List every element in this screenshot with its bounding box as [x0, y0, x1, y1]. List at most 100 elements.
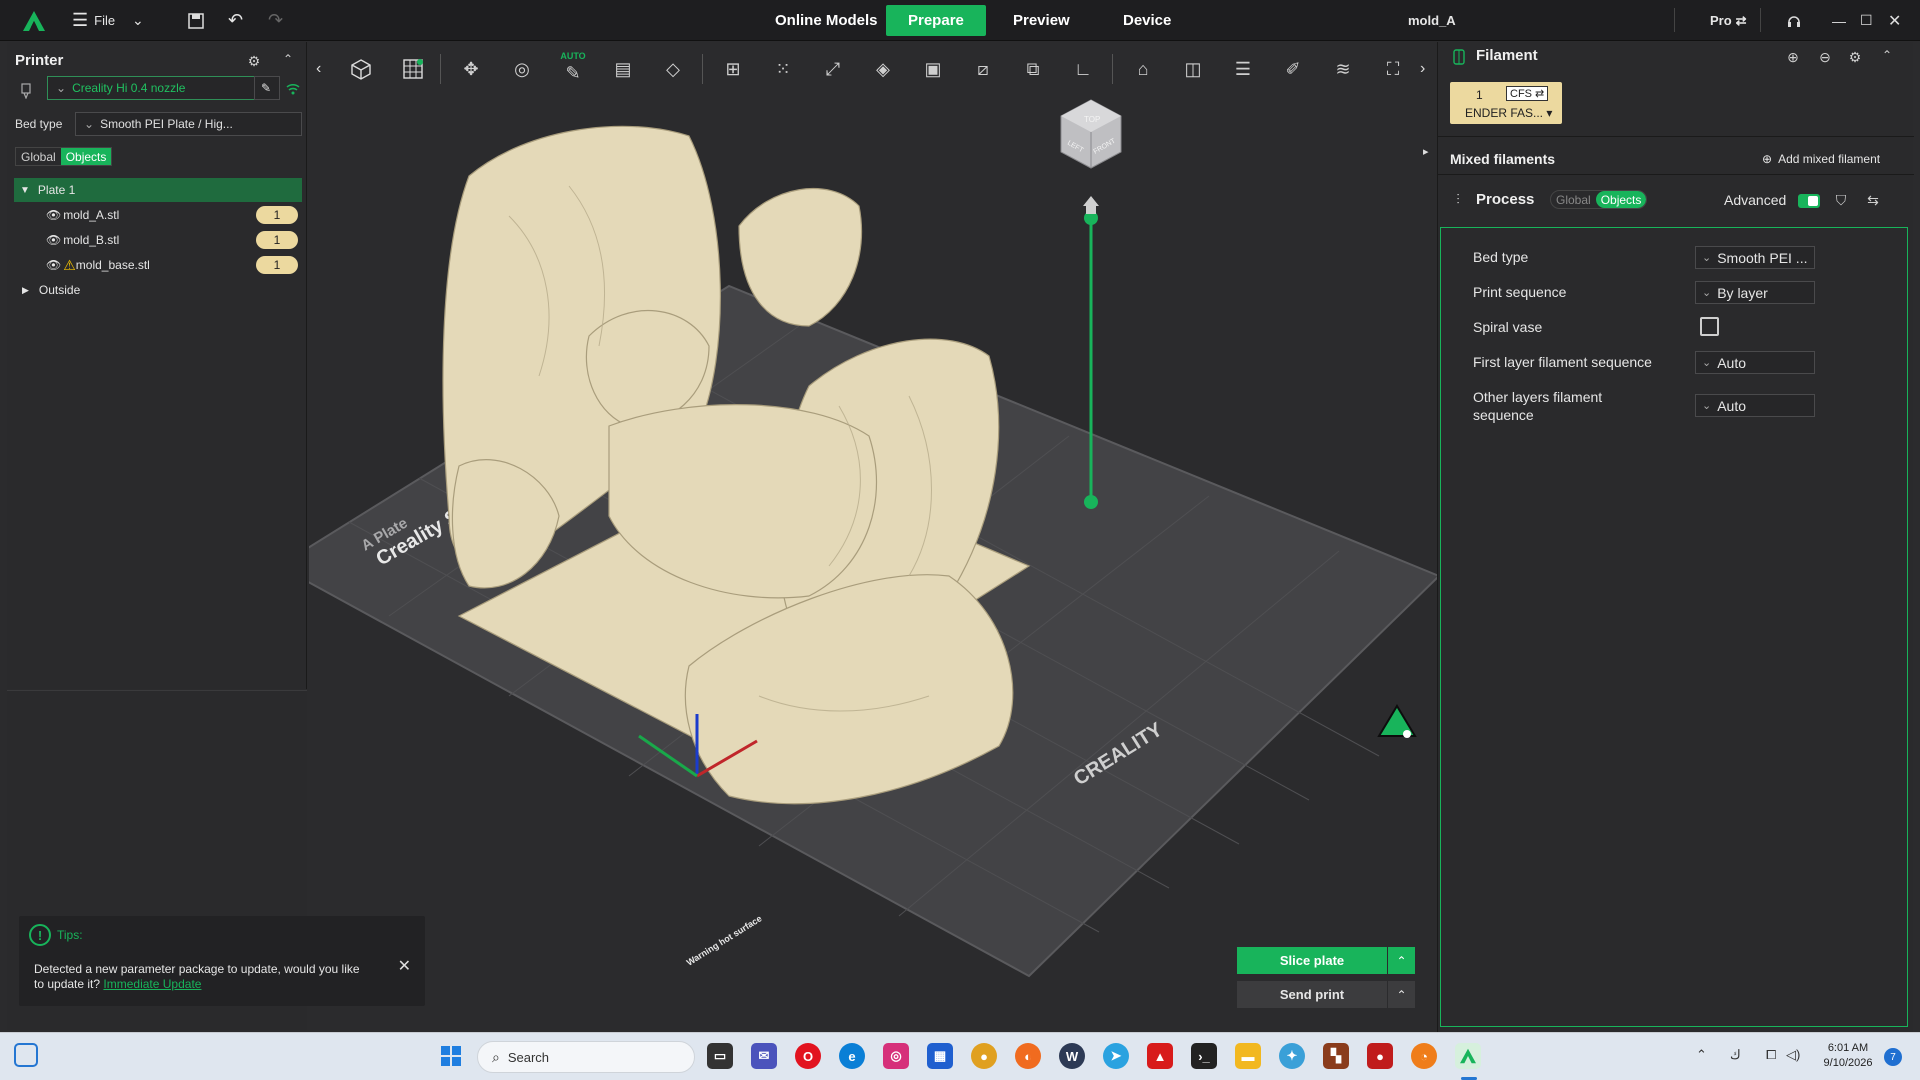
- 3d-viewport[interactable]: A Plate Creality Sn CREALITY Warning hot…: [277, 96, 1441, 1032]
- save-icon[interactable]: [188, 0, 204, 41]
- toggle-objects[interactable]: Objects: [1595, 191, 1647, 208]
- expand-right-icon[interactable]: ▸: [1423, 145, 1429, 158]
- add-plate-icon[interactable]: [396, 52, 430, 86]
- tree-mold-base[interactable]: 👁 ⚠ mold_base.stl 1: [14, 253, 302, 277]
- undo-icon[interactable]: ↶: [228, 0, 243, 41]
- firefox-icon[interactable]: ◐: [1015, 1043, 1041, 1069]
- taskbar-clock[interactable]: 6:01 AM 9/10/2026: [1818, 1041, 1878, 1071]
- tree-outside[interactable]: ▶ Outside: [14, 278, 302, 302]
- file-menu[interactable]: ☰ File: [72, 0, 115, 41]
- global-objects-toggle[interactable]: Global Objects: [15, 147, 113, 166]
- split-objects-icon[interactable]: ⊞: [716, 52, 750, 86]
- pro-mode-toggle[interactable]: Pro ⇄: [1710, 0, 1747, 41]
- eye-icon[interactable]: 👁: [46, 258, 61, 272]
- tab-device[interactable]: Device: [1123, 0, 1171, 41]
- cut-icon[interactable]: ⧄: [966, 52, 1000, 86]
- recorder-icon[interactable]: ●: [1367, 1043, 1393, 1069]
- toolbar-scroll-right-icon[interactable]: ›: [1420, 60, 1425, 78]
- wifi-icon[interactable]: [284, 80, 302, 98]
- volume-icon[interactable]: ◁): [1786, 1047, 1800, 1063]
- process-global-objects-toggle[interactable]: Global Objects: [1550, 190, 1648, 209]
- tab-preview[interactable]: Preview: [1013, 0, 1070, 41]
- instagram-icon[interactable]: ◎: [883, 1043, 909, 1069]
- arrange-icon[interactable]: ▤: [606, 52, 640, 86]
- app-grid-icon[interactable]: ▚: [1323, 1043, 1349, 1069]
- spiral-vase-checkbox[interactable]: [1700, 317, 1719, 336]
- collapse-up-icon[interactable]: ⌃: [279, 50, 297, 68]
- slice-plate-button[interactable]: Slice plate: [1237, 947, 1387, 974]
- auto-orient-icon[interactable]: ◎: [505, 52, 539, 86]
- printer-settings-gear-icon[interactable]: ⚙: [245, 52, 263, 70]
- view-cube[interactable]: TOP LEFT FRONT: [1060, 99, 1122, 169]
- send-options-chevron-icon[interactable]: ⌃: [1388, 981, 1415, 1008]
- compare-presets-icon[interactable]: ⇆: [1864, 191, 1882, 209]
- toggle-global[interactable]: Global: [16, 148, 61, 165]
- paint-icon[interactable]: ◇: [656, 52, 690, 86]
- chrome-icon[interactable]: ●: [971, 1043, 997, 1069]
- fuzzy-skin-icon[interactable]: ≋: [1326, 52, 1360, 86]
- tree-mold-a[interactable]: 👁 mold_A.stl 1: [14, 203, 302, 227]
- app-red-icon[interactable]: ▲: [1147, 1043, 1173, 1069]
- edge-icon[interactable]: e: [839, 1043, 865, 1069]
- network-app-icon[interactable]: ✦: [1279, 1043, 1305, 1069]
- prop-other-layers-sequence-select[interactable]: ⌄ Auto: [1695, 394, 1815, 417]
- height-slider-bottom-handle[interactable]: [1084, 495, 1098, 509]
- filament-settings-gear-icon[interactable]: ⚙: [1846, 48, 1864, 66]
- wordpress-icon[interactable]: W: [1059, 1043, 1085, 1069]
- app-logo-icon[interactable]: [22, 0, 48, 41]
- tab-online-models[interactable]: Online Models: [775, 0, 878, 41]
- collapse-up-icon[interactable]: ⌃: [1878, 46, 1896, 64]
- variable-layer-icon[interactable]: ☰: [1226, 52, 1260, 86]
- dropdown-chevron-icon[interactable]: ⌄: [132, 0, 144, 41]
- redo-icon[interactable]: ↷: [268, 0, 283, 41]
- task-view-icon[interactable]: ▭: [707, 1043, 733, 1069]
- tab-prepare[interactable]: Prepare: [886, 5, 986, 36]
- slicer-taskbar-icon[interactable]: [1455, 1043, 1481, 1069]
- file-explorer-icon[interactable]: ▬: [1235, 1043, 1261, 1069]
- collapsed-triangle-icon[interactable]: ▶: [22, 285, 29, 296]
- widgets-icon[interactable]: [14, 1043, 38, 1067]
- split-parts-icon[interactable]: ⁙: [766, 52, 800, 86]
- remove-filament-minus-icon[interactable]: ⊖: [1816, 48, 1834, 66]
- terminal-icon[interactable]: ›_: [1191, 1043, 1217, 1069]
- send-print-button[interactable]: Send print: [1237, 981, 1387, 1008]
- filament-slot-1[interactable]: 1 CFS ⇄ ENDER FAS... ▾: [1450, 82, 1562, 124]
- support-headset-icon[interactable]: [1786, 0, 1802, 41]
- advanced-switch[interactable]: [1798, 194, 1820, 208]
- add-filament-plus-icon[interactable]: ⊕: [1784, 48, 1802, 66]
- home-view-icon[interactable]: [1083, 196, 1099, 214]
- toggle-objects[interactable]: Objects: [60, 148, 112, 165]
- notification-badge[interactable]: 7: [1884, 1048, 1902, 1066]
- tree-mold-b[interactable]: 👁 mold_B.stl 1: [14, 228, 302, 252]
- telegram-icon[interactable]: ➤: [1103, 1043, 1129, 1069]
- boolean-icon[interactable]: ⧉: [1016, 52, 1050, 86]
- printer-select[interactable]: ⌄ Creality Hi 0.4 nozzle: [47, 76, 255, 100]
- immediate-update-link[interactable]: Immediate Update: [103, 977, 201, 991]
- slice-options-chevron-icon[interactable]: ⌃: [1388, 947, 1415, 974]
- opera-icon[interactable]: O: [795, 1043, 821, 1069]
- display-icon[interactable]: ⧠: [1766, 1047, 1776, 1063]
- color-paint-icon[interactable]: ✐: [1276, 52, 1310, 86]
- support-paint-icon[interactable]: ⌂: [1126, 52, 1160, 86]
- start-windows-icon[interactable]: [438, 1043, 464, 1069]
- prop-print-sequence-select[interactable]: ⌄ By layer: [1695, 281, 1815, 304]
- filament-slot-name[interactable]: ENDER FAS... ▾: [1465, 106, 1552, 120]
- close-icon[interactable]: ✕: [1888, 0, 1901, 41]
- scale-icon[interactable]: ⤢: [816, 52, 850, 86]
- maximize-icon[interactable]: ☐: [1860, 0, 1873, 41]
- store-icon[interactable]: ▦: [927, 1043, 953, 1069]
- language-icon[interactable]: ك: [1730, 1047, 1741, 1063]
- edit-printer-pencil-icon[interactable]: ✎: [254, 76, 280, 100]
- save-preset-icon[interactable]: ⛉: [1832, 191, 1850, 209]
- prop-first-layer-sequence-select[interactable]: ⌄ Auto: [1695, 351, 1815, 374]
- blender-icon[interactable]: ◔: [1411, 1043, 1437, 1069]
- object-count-badge[interactable]: 1: [256, 256, 298, 274]
- add-mixed-filament-button[interactable]: ⊕ Add mixed filament: [1762, 152, 1880, 166]
- eye-icon[interactable]: 👁: [46, 233, 61, 247]
- minimize-icon[interactable]: —: [1832, 0, 1846, 41]
- measure-icon[interactable]: ∟: [1066, 52, 1100, 86]
- toolbar-scroll-left-icon[interactable]: ‹: [316, 60, 321, 78]
- seam-paint-icon[interactable]: ◫: [1176, 52, 1210, 86]
- bed-type-select[interactable]: ⌄ Smooth PEI Plate / Hig...: [75, 112, 302, 136]
- orient-icon[interactable]: ✥: [454, 52, 488, 86]
